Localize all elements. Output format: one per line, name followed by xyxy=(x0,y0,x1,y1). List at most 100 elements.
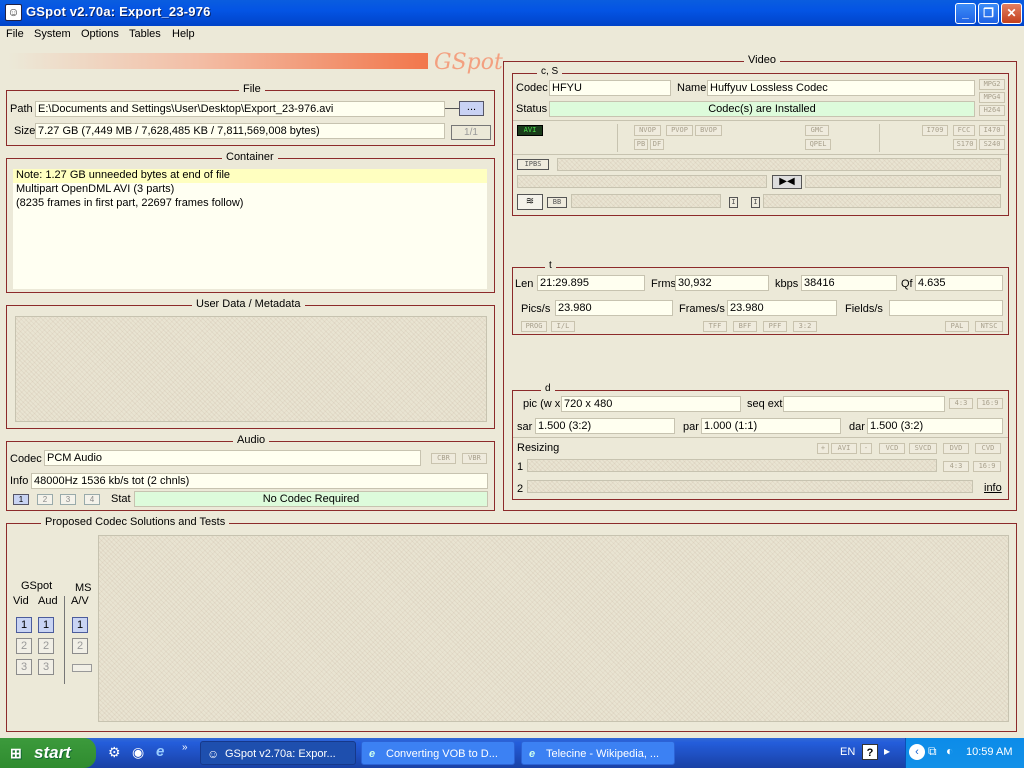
menu-help[interactable]: Help xyxy=(172,28,195,40)
df-tag: DF xyxy=(650,139,664,150)
len-field: 21:29.895 xyxy=(537,275,645,291)
browse-button[interactable]: ... xyxy=(459,101,484,116)
ms-solution-blank[interactable] xyxy=(72,664,92,672)
container-line: Multipart OpenDML AVI (3 parts) xyxy=(16,183,175,195)
resize-row1-label: 1 xyxy=(517,461,524,473)
vcd-tag: VCD xyxy=(879,443,905,454)
ie-task-icon: e xyxy=(369,748,376,760)
aud-col-label: Aud xyxy=(38,595,58,607)
menu-bar: File System Options Tables Help xyxy=(0,26,1024,44)
fields-field xyxy=(889,300,1003,316)
timing-title: t xyxy=(545,260,556,271)
i-tag-1: I xyxy=(729,197,738,208)
svcd-tag: SVCD xyxy=(909,443,937,454)
task-gspot[interactable]: ☺ GSpot v2.70a: Expor... xyxy=(200,741,356,765)
volume-icon[interactable]: ◐ xyxy=(946,744,953,758)
menu-file[interactable]: File xyxy=(6,28,24,40)
title-bar[interactable]: ☺ GSpot v2.70a: Export_23-976 _ ❐ ✕ xyxy=(0,0,1024,26)
minimize-button[interactable]: _ xyxy=(955,3,976,24)
seqext-field xyxy=(783,396,945,412)
len-label: Len xyxy=(515,278,534,290)
pb-tag: PB xyxy=(634,139,648,150)
tray-collapse-icon[interactable]: ‹ xyxy=(909,744,925,760)
clock[interactable]: 10:59 AM xyxy=(966,746,1012,758)
proposed-group-title: Proposed Codec Solutions and Tests xyxy=(41,516,230,528)
tray-expand-icon[interactable]: ▸ xyxy=(884,744,890,758)
audio-stream-1[interactable]: 1 xyxy=(13,494,29,505)
vid-col-label: Vid xyxy=(13,595,29,607)
audio-codec-label: Codec xyxy=(10,453,42,465)
maximize-button[interactable]: ❐ xyxy=(978,3,999,24)
kbps-label: kbps xyxy=(775,278,799,290)
aud-solution-3[interactable]: 3 xyxy=(38,659,54,675)
language-indicator[interactable]: EN xyxy=(840,746,855,758)
userdata-group: User Data / Metadata xyxy=(6,298,495,429)
vid-solution-2[interactable]: 2 xyxy=(16,638,32,654)
frame-strip-1 xyxy=(557,158,1001,171)
quicklaunch-ie-icon[interactable]: e xyxy=(156,743,164,760)
gop-graph-icon[interactable]: ≋ xyxy=(517,194,543,210)
container-line: Note: 1.27 GB unneeded bytes at end of f… xyxy=(13,169,487,183)
audio-stream-3[interactable]: 3 xyxy=(60,494,76,505)
start-button[interactable]: ⊞ start xyxy=(0,738,96,768)
container-line: (8235 frames in first part, 22697 frames… xyxy=(16,197,244,209)
ms-solution-1[interactable]: 1 xyxy=(72,617,88,633)
ar-4-3-tag: 4:3 xyxy=(949,398,973,409)
task-gspot-label: GSpot v2.70a: Expor... xyxy=(225,748,336,760)
ms-col-label: MS xyxy=(75,582,92,594)
par-label: par xyxy=(683,421,699,433)
dar-label: dar xyxy=(849,421,865,433)
menu-system[interactable]: System xyxy=(34,28,71,40)
resize-plus-tag: + xyxy=(817,443,829,454)
gop-toggle-icon[interactable]: ▶◀ xyxy=(772,175,802,189)
close-button[interactable]: ✕ xyxy=(1001,3,1022,24)
dimensions-title: d xyxy=(541,383,555,394)
gspot-col-label: GSpot xyxy=(21,580,53,592)
ar-16-9-tag: 16:9 xyxy=(977,398,1003,409)
app-icon[interactable]: ☺ xyxy=(5,4,22,21)
pic-field: 720 x 480 xyxy=(561,396,741,412)
pal-tag: PAL xyxy=(945,321,969,332)
kbps-field: 38416 xyxy=(801,275,897,291)
row1-16-9-tag: 16:9 xyxy=(973,461,1001,472)
sar-label: sar xyxy=(517,421,533,433)
info-link[interactable]: info xyxy=(984,482,1002,494)
video-codec-label: Codec xyxy=(516,82,548,94)
s240-tag: S240 xyxy=(979,139,1005,150)
file-group: File Path E:\Documents and Settings\User… xyxy=(6,83,495,146)
resize-row1 xyxy=(527,459,937,472)
task-converting[interactable]: e Converting VOB to D... xyxy=(361,741,515,765)
task-telecine[interactable]: e Telecine - Wikipedia, ... xyxy=(521,741,675,765)
quicklaunch-desktop-icon[interactable]: ⚙ xyxy=(108,744,121,761)
part-counter[interactable]: 1/1 xyxy=(451,125,491,140)
proposed-group: Proposed Codec Solutions and Tests GSpot… xyxy=(6,516,1017,732)
pics-field: 23.980 xyxy=(555,300,673,316)
video-codec-field: HFYU xyxy=(549,80,671,96)
audio-stream-4[interactable]: 4 xyxy=(84,494,100,505)
row1-4-3-tag: 4:3 xyxy=(943,461,969,472)
quicklaunch-more-icon[interactable]: » xyxy=(182,742,188,753)
container-group-title: Container xyxy=(222,151,278,163)
aud-solution-1[interactable]: 1 xyxy=(38,617,54,633)
audio-stream-2[interactable]: 2 xyxy=(37,494,53,505)
size-label: Size xyxy=(14,125,36,137)
ms-solution-2[interactable]: 2 xyxy=(72,638,88,654)
frame-strip-3 xyxy=(805,175,1001,188)
vid-solution-1[interactable]: 1 xyxy=(16,617,32,633)
frms-field: 30,932 xyxy=(675,275,769,291)
menu-options[interactable]: Options xyxy=(81,28,119,40)
vid-solution-3[interactable]: 3 xyxy=(16,659,32,675)
dar-field: 1.500 (3:2) xyxy=(867,418,1003,434)
quicklaunch-media-icon[interactable]: ◉ xyxy=(132,744,144,761)
tff-tag: TFF xyxy=(703,321,727,332)
bvop-tag: BVOP xyxy=(695,125,722,136)
help-icon[interactable]: ? xyxy=(862,744,878,760)
network-icon[interactable]: ⧉ xyxy=(928,744,937,759)
system-tray: ‹ ⧉ ◐ 10:59 AM xyxy=(905,738,1024,768)
bb-tag: BB xyxy=(547,197,567,208)
prog-tag: PROG xyxy=(521,321,547,332)
menu-tables[interactable]: Tables xyxy=(129,28,161,40)
aud-solution-2[interactable]: 2 xyxy=(38,638,54,654)
path-field[interactable]: E:\Documents and Settings\User\Desktop\E… xyxy=(35,101,445,117)
pff-tag: PFF xyxy=(763,321,787,332)
